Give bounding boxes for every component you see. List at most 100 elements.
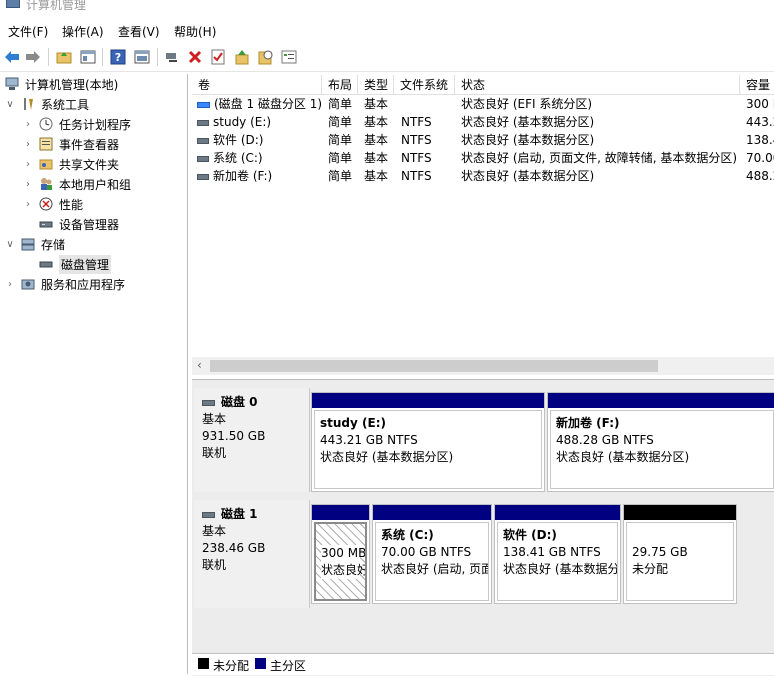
export-icon[interactable]	[233, 48, 251, 66]
back-arrow-icon[interactable]	[3, 48, 21, 66]
partition-efi[interactable]: 300 MB 状态良好	[311, 504, 370, 604]
forward-arrow-icon[interactable]	[24, 48, 42, 66]
horizontal-scrollbar[interactable]: ‹	[192, 357, 774, 375]
show-hide-tree-icon[interactable]	[79, 48, 97, 66]
table-row[interactable]: 系统 (C:) 简单 基本 NTFS 状态良好 (启动, 页面文件, 故障转储,…	[192, 149, 774, 167]
menu-bar: 文件(F) 操作(A) 查看(V) 帮助(H)	[0, 20, 774, 42]
volume-layout: 简单	[328, 169, 353, 183]
disk-0-block: 磁盘 0 基本 931.50 GB 联机 study (E:) 443.21 G…	[192, 388, 774, 494]
delete-icon[interactable]	[186, 48, 204, 66]
scroll-left-icon[interactable]: ‹	[197, 358, 202, 372]
drive-icon	[197, 155, 209, 162]
tree-item-system-tools[interactable]: ∨ 系统工具	[4, 94, 89, 114]
column-header-filesystem[interactable]: 文件系统	[394, 75, 455, 95]
window-title: 计算机管理	[26, 0, 87, 12]
tree-item-storage[interactable]: ∨ 存储	[4, 234, 65, 254]
chevron-right-icon[interactable]: ›	[22, 119, 34, 130]
properties-icon[interactable]	[280, 48, 298, 66]
partition-name: 系统 (C:)	[381, 528, 434, 542]
partition-new-volume-f[interactable]: 新加卷 (F:) 488.28 GB NTFS 状态良好 (基本数据分区)	[547, 392, 774, 492]
column-header-capacity[interactable]: 容量	[740, 75, 774, 95]
volume-status: 状态良好 (EFI 系统分区)	[461, 97, 593, 111]
scrollbar-thumb[interactable]	[210, 360, 658, 372]
partition-status: 状态良好 (基本数据分区)	[320, 450, 454, 464]
volume-capacity: 443.2	[746, 115, 774, 129]
computer-management-icon	[6, 0, 20, 8]
partition-system-c[interactable]: 系统 (C:) 70.00 GB NTFS 状态良好 (启动, 页面	[372, 504, 492, 604]
volume-name: 新加卷 (F:)	[213, 169, 273, 183]
tree-item-task-scheduler[interactable]: › 任务计划程序	[22, 114, 131, 134]
volume-layout: 简单	[328, 115, 353, 129]
tree-item-root[interactable]: 计算机管理(本地)	[4, 74, 118, 94]
volume-status: 状态良好 (启动, 页面文件, 故障转储, 基本数据分区)	[461, 151, 737, 165]
disk-kind: 基本	[202, 524, 227, 538]
performance-icon	[38, 196, 54, 212]
connect-icon[interactable]	[163, 48, 181, 66]
search-icon[interactable]	[257, 48, 275, 66]
disk-1-info[interactable]: 磁盘 1 基本 238.46 GB 联机	[194, 500, 310, 608]
tree-item-event-viewer[interactable]: › 事件查看器	[22, 134, 119, 154]
chevron-down-icon[interactable]: ∨	[4, 99, 16, 110]
table-row[interactable]: 新加卷 (F:) 简单 基本 NTFS 状态良好 (基本数据分区) 488.2	[192, 167, 774, 185]
legend-primary-label: 主分区	[270, 659, 307, 673]
efi-partition-icon	[197, 101, 210, 108]
volume-name: 软件 (D:)	[213, 133, 264, 147]
help-icon[interactable]: ?	[109, 48, 127, 66]
partition-status: 状态良好	[321, 562, 367, 579]
up-folder-icon[interactable]	[55, 48, 73, 66]
chevron-right-icon[interactable]: ›	[22, 159, 34, 170]
toolbar-separator	[102, 48, 103, 66]
column-header-status[interactable]: 状态	[455, 75, 740, 95]
tree-item-shared-folders[interactable]: › 共享文件夹	[22, 154, 119, 174]
chevron-down-icon[interactable]: ∨	[4, 239, 16, 250]
unallocated-bar	[624, 505, 736, 520]
volume-fs: NTFS	[401, 115, 432, 129]
view-icon[interactable]	[133, 48, 151, 66]
partition-name: 新加卷 (F:)	[556, 416, 620, 430]
partition-unallocated[interactable]: 29.75 GB 未分配	[623, 504, 737, 604]
volume-type: 基本	[364, 151, 389, 165]
shared-folder-icon	[38, 156, 54, 172]
column-header-layout[interactable]: 布局	[322, 75, 358, 95]
volume-layout: 简单	[328, 151, 353, 165]
tree-item-local-users[interactable]: › 本地用户和组	[22, 174, 131, 194]
menu-help[interactable]: 帮助(H)	[174, 23, 216, 40]
partition-status: 未分配	[632, 562, 669, 576]
services-icon	[20, 276, 36, 292]
partition-name: 软件 (D:)	[503, 528, 557, 542]
volume-status: 状态良好 (基本数据分区)	[461, 115, 595, 129]
disk-0-info[interactable]: 磁盘 0 基本 931.50 GB 联机	[194, 388, 310, 492]
volume-fs: NTFS	[401, 133, 432, 147]
column-header-volume[interactable]: 卷	[192, 75, 322, 95]
menu-file[interactable]: 文件(F)	[8, 23, 48, 40]
chevron-right-icon[interactable]: ›	[22, 199, 34, 210]
partition-study-e[interactable]: study (E:) 443.21 GB NTFS 状态良好 (基本数据分区)	[311, 392, 545, 492]
partition-status: 状态良好 (基本数据分	[503, 562, 618, 576]
volume-name: (磁盘 1 磁盘分区 1)	[214, 97, 321, 111]
column-header-type[interactable]: 类型	[358, 75, 394, 95]
tree-item-services[interactable]: › 服务和应用程序	[4, 274, 125, 294]
tree-item-device-manager[interactable]: 设备管理器	[22, 214, 119, 234]
tree-item-disk-management[interactable]: 磁盘管理	[22, 254, 112, 274]
table-row[interactable]: study (E:) 简单 基本 NTFS 状态良好 (基本数据分区) 443.…	[192, 113, 774, 131]
volume-layout: 简单	[328, 97, 353, 111]
disk-graphical-view: 磁盘 0 基本 931.50 GB 联机 study (E:) 443.21 G…	[192, 380, 774, 676]
toolbar-separator	[48, 48, 49, 66]
partition-software-d[interactable]: 软件 (D:) 138.41 GB NTFS 状态良好 (基本数据分	[494, 504, 621, 604]
menu-view[interactable]: 查看(V)	[118, 23, 160, 40]
table-row[interactable]: (磁盘 1 磁盘分区 1) 简单 基本 状态良好 (EFI 系统分区) 300 …	[192, 95, 774, 113]
tree-item-performance[interactable]: › 性能	[22, 194, 83, 214]
chevron-right-icon[interactable]: ›	[4, 279, 16, 290]
disk-icon	[202, 399, 215, 406]
storage-icon	[20, 236, 36, 252]
volume-type: 基本	[364, 97, 389, 111]
chevron-right-icon[interactable]: ›	[22, 139, 34, 150]
chevron-right-icon[interactable]: ›	[22, 179, 34, 190]
disk-state: 联机	[202, 446, 227, 460]
table-row[interactable]: 软件 (D:) 简单 基本 NTFS 状态良好 (基本数据分区) 138.4	[192, 131, 774, 149]
volume-list: 卷 布局 类型 文件系统 状态 容量 (磁盘 1 磁盘分区 1) 简单 基本 状…	[192, 74, 774, 380]
title-bar: 计算机管理	[0, 0, 774, 14]
check-icon[interactable]	[209, 48, 227, 66]
menu-action[interactable]: 操作(A)	[62, 23, 104, 40]
computer-icon	[4, 76, 20, 92]
